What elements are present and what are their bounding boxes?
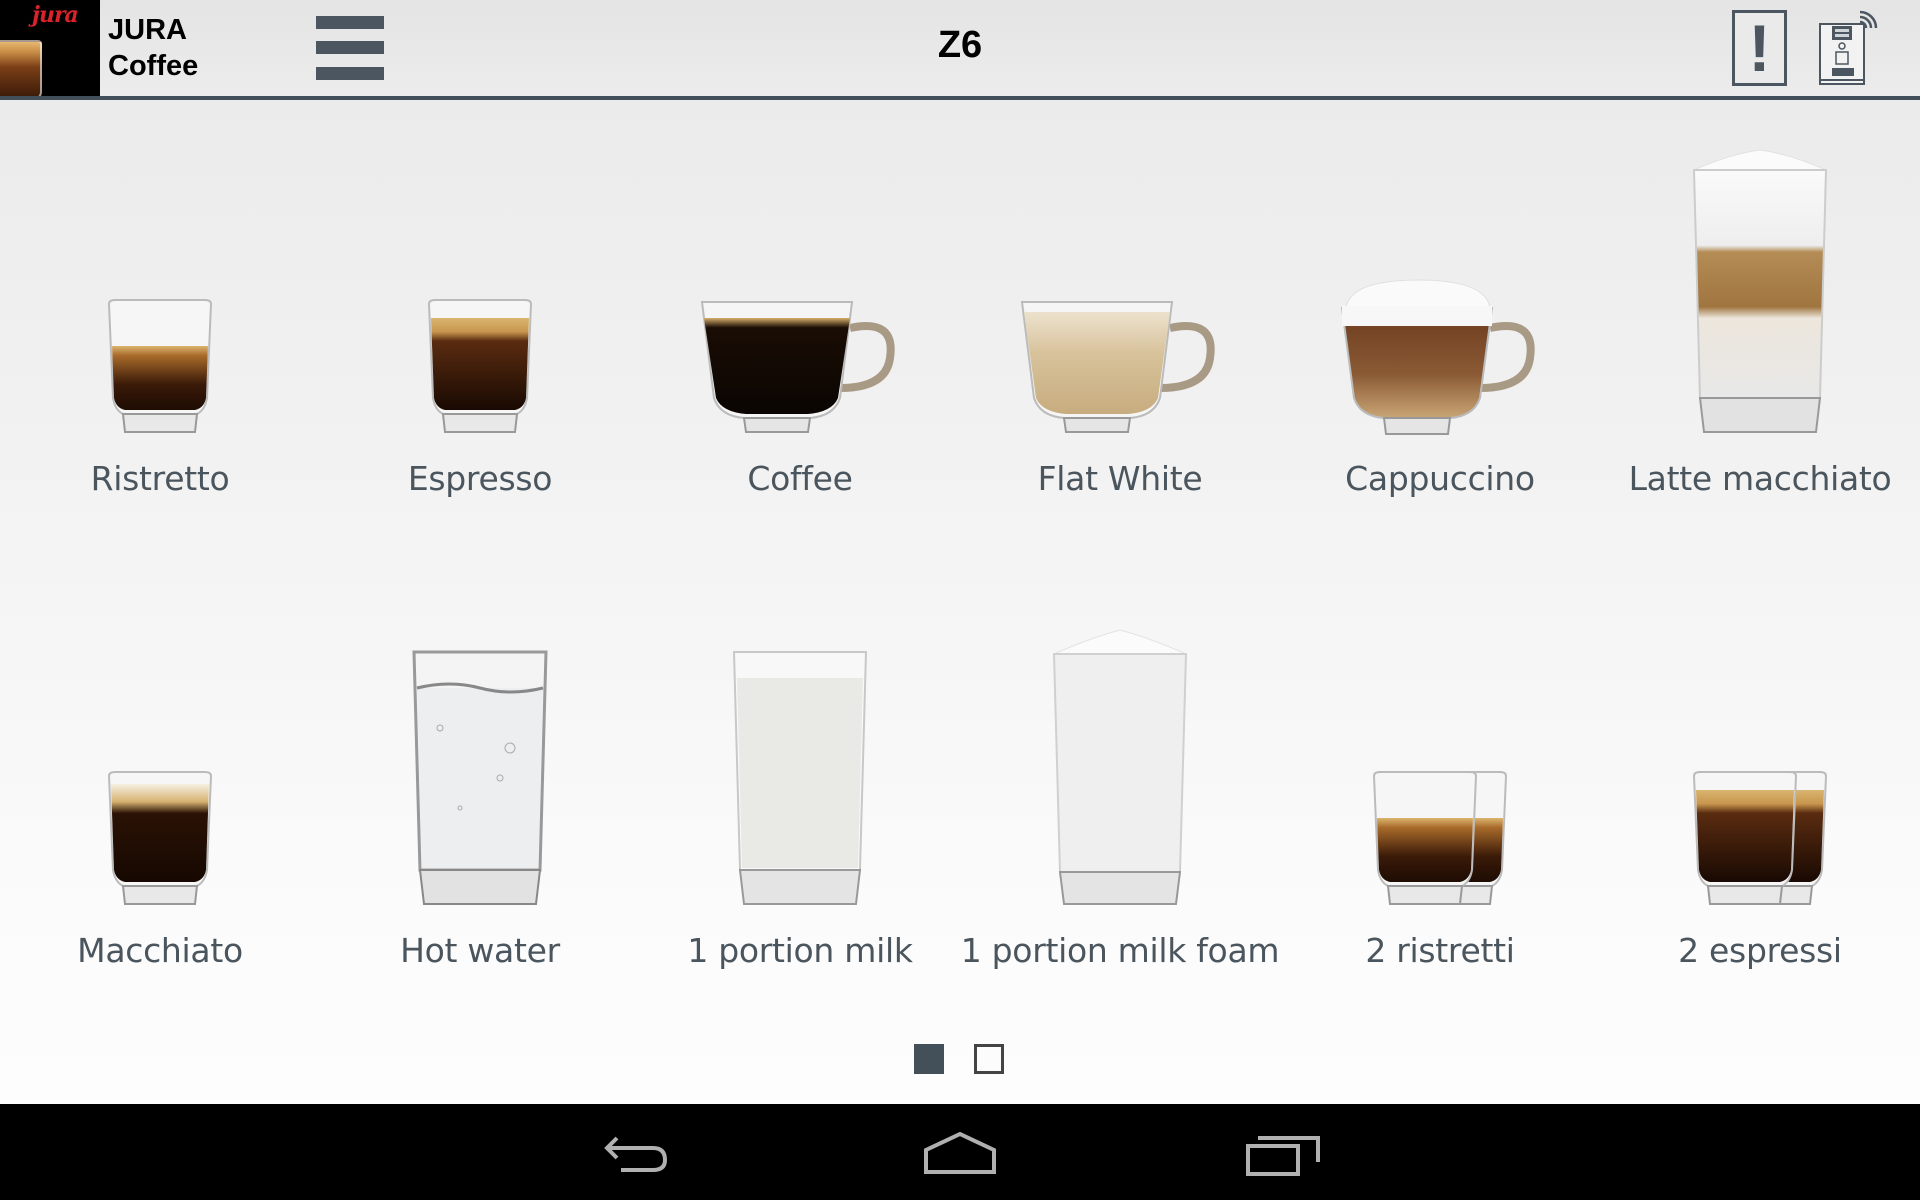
app-title-line1: JURA [108,14,187,46]
alert-icon: ! [1748,11,1771,85]
hot-water-glass-icon [320,610,640,910]
page-indicator-2[interactable] [974,1044,1004,1074]
app-title: JURA Coffee [108,12,198,84]
coffee-machine-wifi-button[interactable] [1816,8,1888,88]
product-tile-two-ristretti[interactable]: 2 ristretti [1280,572,1600,992]
two-ristretti-glasses-icon [1280,610,1600,910]
page-indicator-1-active[interactable] [914,1044,944,1074]
back-button[interactable] [576,1124,696,1184]
product-tile-cappuccino[interactable]: Cappuccino [1280,100,1600,520]
product-label: Flat White [1037,459,1203,498]
flat-white-cup-icon [960,138,1280,438]
milk-glass-icon [640,610,960,910]
jura-brand-text: jura [32,2,79,28]
product-label: 1 portion milk [687,931,913,970]
product-label: Coffee [747,459,853,498]
home-icon [924,1132,996,1174]
coffee-machine-wifi-icon [1819,10,1878,85]
product-grid: Ristretto Espresso Coffee Flat White Cap… [0,100,1920,1104]
coffee-cup-icon [640,138,960,438]
product-label: Cappuccino [1345,459,1535,498]
product-label: 2 ristretti [1365,931,1515,970]
page-indicator [914,1044,1004,1074]
product-tile-flat-white[interactable]: Flat White [960,100,1280,520]
product-tile-two-espressi[interactable]: 2 espressi [1600,572,1920,992]
product-tile-macchiato[interactable]: Macchiato [0,572,320,992]
product-tile-latte-macchiato[interactable]: Latte macchiato [1600,100,1920,520]
menu-bar [316,16,384,29]
cappuccino-cup-icon [1280,138,1600,438]
product-tile-ristretto[interactable]: Ristretto [0,100,320,520]
macchiato-glass-icon [0,610,320,910]
product-label: Espresso [407,459,553,498]
recent-apps-button[interactable] [1224,1124,1344,1184]
hamburger-menu-icon[interactable] [316,16,384,80]
product-label: 1 portion milk foam [960,931,1280,970]
two-espressi-glasses-icon [1600,610,1920,910]
latte-macchiato-glass-icon [1600,138,1920,438]
product-label: Ristretto [90,459,230,498]
app-title-line2: Coffee [108,50,199,82]
jura-logo: jura [0,0,100,96]
alert-button[interactable]: ! [1732,10,1787,86]
system-nav-bar [0,1104,1920,1200]
app-header: jura JURA Coffee Z6 ! [0,0,1920,100]
menu-bar [316,67,384,80]
product-label: 2 espressi [1678,931,1842,970]
recent-apps-icon [1246,1136,1320,1176]
product-tile-milk-foam[interactable]: 1 portion milk foam [960,572,1280,992]
espresso-glass-icon [320,138,640,438]
product-label: Hot water [400,931,560,970]
logo-cup-image [0,40,42,96]
back-icon [604,1136,668,1172]
menu-bar [316,41,384,54]
product-tile-hot-water[interactable]: Hot water [320,572,640,992]
product-label: Macchiato [77,931,243,970]
product-tile-coffee[interactable]: Coffee [640,100,960,520]
product-label: Latte macchiato [1628,459,1892,498]
product-tile-milk[interactable]: 1 portion milk [640,572,960,992]
product-tile-espresso[interactable]: Espresso [320,100,640,520]
home-button[interactable] [900,1124,1020,1184]
ristretto-glass-icon [0,138,320,438]
milk-foam-glass-icon [960,610,1280,910]
page-title: Z6 [937,24,983,66]
